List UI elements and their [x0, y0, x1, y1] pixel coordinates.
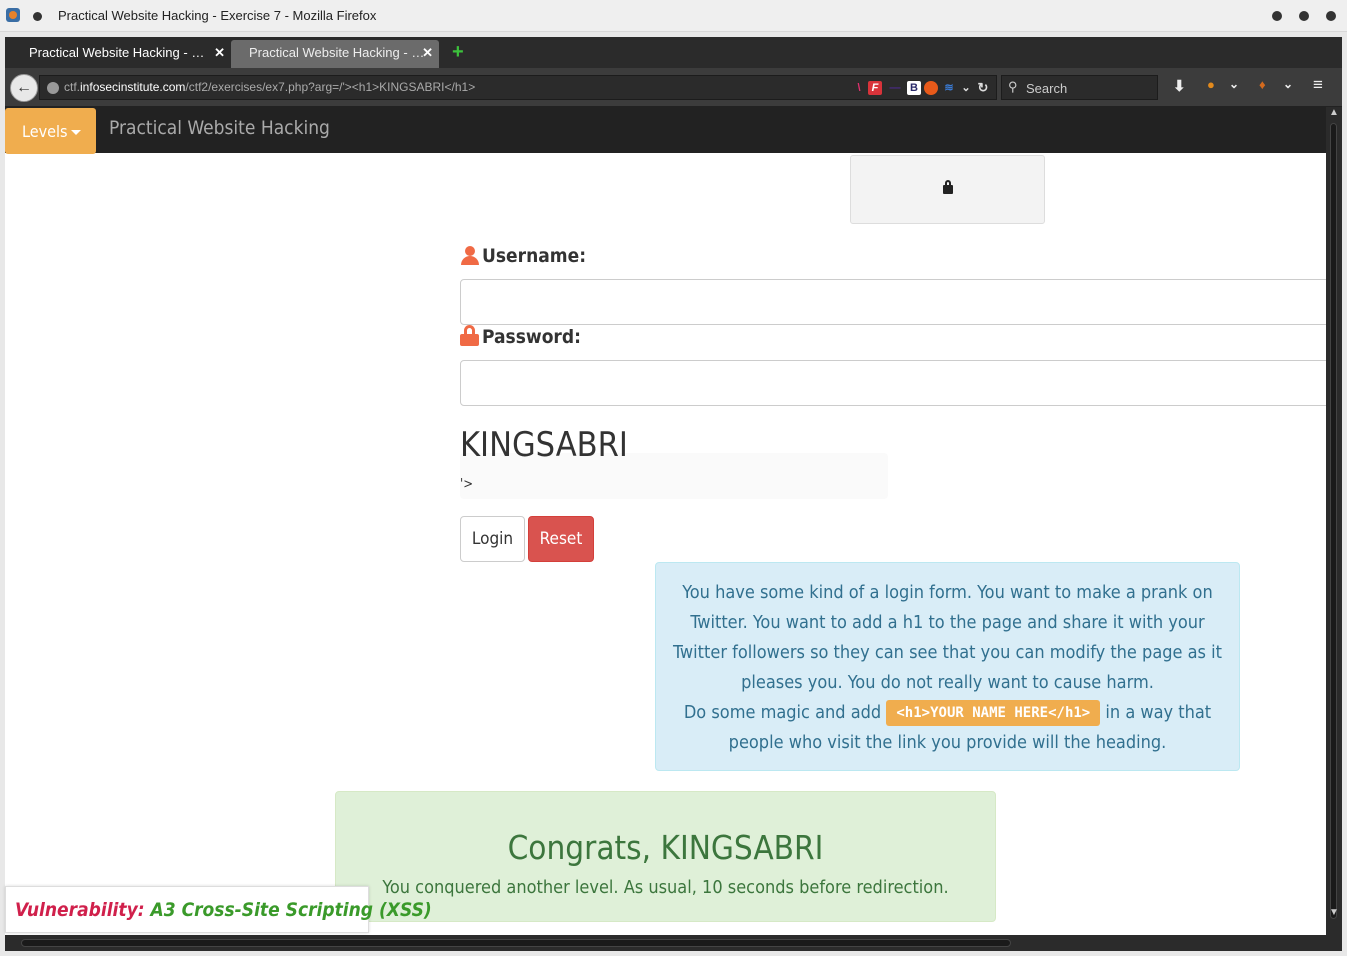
tab-2-label: Practical Website Hacking - … — [249, 45, 425, 60]
lock-icon — [943, 180, 953, 194]
horizontal-scroll-thumb[interactable] — [21, 939, 1011, 947]
page-viewport: Levels Practical Website Hacking Usernam… — [5, 107, 1326, 935]
username-input[interactable] — [460, 279, 1326, 325]
vertical-scrollbar[interactable]: ▲ ▼ — [1326, 107, 1342, 935]
window-titlebar: Practical Website Hacking - Exercise 7 -… — [0, 0, 1347, 32]
addon-f-icon[interactable]: F — [868, 81, 882, 95]
tab-2-active[interactable]: Practical Website Hacking - … ✕ — [231, 40, 439, 68]
search-bar[interactable]: ⚲ Search — [1001, 75, 1158, 100]
reload-icon[interactable]: ↻ — [976, 81, 990, 95]
url-bar[interactable]: ctf.infosecinstitute.com/ctf2/exercises/… — [39, 75, 997, 100]
addon-fox-icon[interactable]: ● — [1207, 77, 1215, 92]
injected-heading: KINGSABRI — [460, 425, 628, 465]
globe-icon[interactable] — [47, 82, 59, 94]
hamburger-menu-icon[interactable]: ≡ — [1313, 75, 1323, 95]
reset-button[interactable]: Reset — [528, 516, 594, 562]
user-icon — [460, 246, 480, 265]
info-line2-before: Do some magic and add — [683, 702, 882, 723]
horizontal-scrollbar[interactable] — [5, 935, 1342, 951]
scroll-down-icon[interactable]: ▼ — [1329, 907, 1339, 918]
success-message: You conquered another level. As usual, 1… — [382, 877, 949, 898]
vulnerability-badge: Vulnerability: A3 Cross-Site Scripting (… — [5, 886, 432, 933]
info-paragraph: You have some kind of a login form. You … — [673, 582, 1222, 693]
tab-1[interactable]: Practical Website Hacking - … ✕ — [11, 40, 231, 68]
addon-flame-icon[interactable]: ♦ — [1259, 77, 1266, 92]
caret-down-icon — [71, 130, 82, 135]
exercise-info-box: You have some kind of a login form. You … — [655, 562, 1240, 771]
url-path: /ctf2/exercises/ex7.php?arg=/'><h1>KINGS… — [185, 80, 476, 94]
site-navbar: Levels Practical Website Hacking — [5, 107, 1326, 154]
url-dropdown-chevron-icon[interactable]: ⌄ — [960, 81, 972, 95]
injected-tail-text: '> — [460, 477, 474, 492]
minimize-icon[interactable] — [1272, 11, 1282, 21]
scroll-up-icon[interactable]: ▲ — [1329, 107, 1339, 118]
back-arrow-icon[interactable]: ← — [10, 74, 38, 102]
username-label-text: Username: — [482, 245, 587, 267]
tab-2-close-icon[interactable]: ✕ — [422, 40, 433, 66]
addon-feather-icon[interactable]: \ — [852, 81, 866, 95]
addon-line-icon[interactable]: — — [885, 81, 905, 95]
window-menu-dot-icon[interactable] — [33, 12, 42, 21]
tab-1-label: Practical Website Hacking - … — [29, 45, 205, 60]
code-badge: <h1>YOUR NAME HERE</h1> — [886, 700, 1101, 726]
password-label: Password: — [460, 325, 581, 348]
login-button[interactable]: Login — [460, 516, 525, 562]
info-line-2: Do some magic and add <h1>YOUR NAME HERE… — [670, 698, 1225, 758]
navigation-toolbar: ← ctf.infosecinstitute.com/ctf2/exercise… — [5, 68, 1342, 107]
search-placeholder: Search — [1026, 81, 1068, 96]
maximize-icon[interactable] — [1299, 11, 1309, 21]
addon-ubuntu-icon[interactable] — [924, 81, 938, 95]
password-lock-icon — [460, 325, 480, 346]
search-icon: ⚲ — [1008, 79, 1018, 94]
success-alert: Congrats, KINGSABRI You conquered anothe… — [335, 791, 996, 922]
window-title: Practical Website Hacking - Exercise 7 -… — [58, 8, 377, 23]
url-prefix: ctf. — [64, 80, 81, 94]
url-text[interactable]: ctf.infosecinstitute.com/ctf2/exercises/… — [64, 80, 475, 94]
new-tab-button[interactable]: + — [452, 40, 464, 64]
addon-flame-dropdown-icon[interactable]: ⌄ — [1283, 77, 1293, 91]
download-icon[interactable]: ⬇ — [1173, 77, 1186, 95]
success-title: Congrats, KINGSABRI — [507, 828, 824, 867]
lock-panel — [850, 155, 1045, 224]
addon-fox-dropdown-icon[interactable]: ⌄ — [1229, 77, 1239, 91]
site-brand[interactable]: Practical Website Hacking — [109, 117, 330, 139]
vertical-scroll-thumb[interactable] — [1330, 123, 1337, 919]
password-label-text: Password: — [482, 326, 581, 348]
addon-b-icon[interactable]: B — [907, 81, 921, 95]
addon-wave-icon[interactable]: ≋ — [942, 81, 956, 95]
tab-1-close-icon[interactable]: ✕ — [214, 40, 225, 66]
username-label: Username: — [460, 245, 586, 267]
url-domain: infosecinstitute.com — [80, 80, 186, 94]
levels-dropdown-button[interactable]: Levels — [5, 108, 96, 154]
vulnerability-key: Vulnerability: — [15, 899, 145, 921]
close-window-icon[interactable] — [1326, 11, 1336, 21]
firefox-logo-icon — [6, 8, 20, 22]
password-input[interactable] — [460, 360, 1326, 406]
levels-label: Levels — [22, 122, 68, 141]
vulnerability-value: A3 Cross-Site Scripting (XSS) — [150, 899, 432, 921]
tab-strip: Practical Website Hacking - … ✕ Practica… — [5, 37, 1342, 68]
